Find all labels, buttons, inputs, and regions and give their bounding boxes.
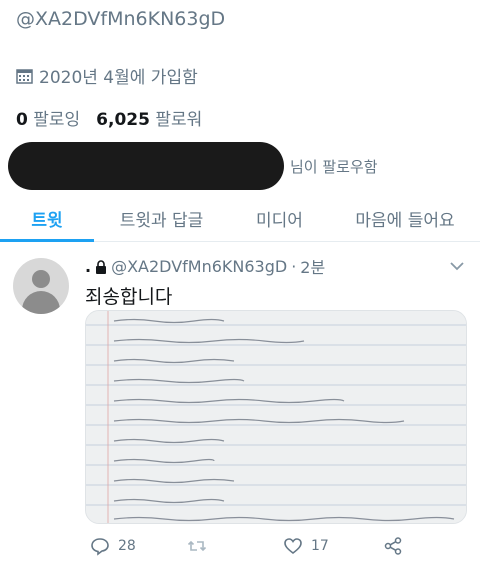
like-count: 17	[311, 538, 329, 554]
lock-icon	[95, 259, 107, 274]
followers-link[interactable]: 6,025 팔로워	[96, 105, 202, 130]
join-date-text: 2020년 4월에 가입함	[39, 68, 198, 88]
retweet-button[interactable]	[187, 536, 215, 556]
followers-label: 팔로워	[155, 110, 203, 130]
followed-by-text: 님이 팔로우함	[290, 158, 378, 176]
share-button[interactable]	[383, 536, 403, 556]
tweet-text: 죄송합니다	[85, 286, 173, 308]
profile-tabs: 트윗 트윗과 답글 미디어 마음에 들어요	[0, 196, 480, 242]
follow-stats: 0 팔로잉 6,025 팔로워	[16, 105, 202, 130]
like-button[interactable]: 17	[283, 536, 329, 556]
display-name[interactable]: .	[85, 257, 91, 276]
avatar-head	[32, 270, 50, 288]
tweet-separator: ·	[291, 256, 297, 276]
retweet-icon	[187, 540, 207, 552]
reply-count: 28	[118, 538, 136, 554]
profile-handle: @XA2DVfMn6KN63gD	[16, 8, 226, 30]
tweet-header: . @XA2DVfMn6KN63gD · 2분	[85, 254, 325, 278]
tab-media[interactable]: 미디어	[229, 196, 330, 241]
reply-icon	[91, 538, 109, 556]
following-link[interactable]: 0 팔로잉	[16, 105, 80, 130]
reply-button[interactable]: 28	[90, 536, 136, 556]
tweet-handle[interactable]: @XA2DVfMn6KN63gD	[111, 257, 287, 276]
tab-likes[interactable]: 마음에 들어요	[330, 196, 480, 241]
like-icon	[284, 538, 302, 555]
chevron-down-icon[interactable]	[449, 257, 465, 271]
tweet-actions: 28 17	[85, 536, 465, 560]
share-icon	[384, 537, 402, 555]
tab-label: 마음에 들어요	[355, 211, 455, 231]
tweet-time[interactable]: 2분	[300, 254, 325, 278]
tab-label: 트윗	[31, 211, 63, 231]
tab-label: 미디어	[256, 211, 303, 231]
following-count: 0	[16, 110, 28, 130]
tweet-image[interactable]	[85, 310, 467, 524]
avatar[interactable]	[13, 258, 69, 314]
join-date: 2020년 4월에 가입함	[16, 63, 198, 88]
following-label: 팔로잉	[33, 110, 81, 130]
avatar-body	[22, 291, 60, 314]
redacted-names	[8, 142, 284, 190]
tab-tweets[interactable]: 트윗	[0, 196, 94, 242]
followers-count: 6,025	[96, 110, 150, 130]
tab-tweets-and-replies[interactable]: 트윗과 답글	[94, 196, 229, 241]
tab-label: 트윗과 답글	[119, 211, 204, 231]
calendar-icon	[16, 68, 33, 84]
